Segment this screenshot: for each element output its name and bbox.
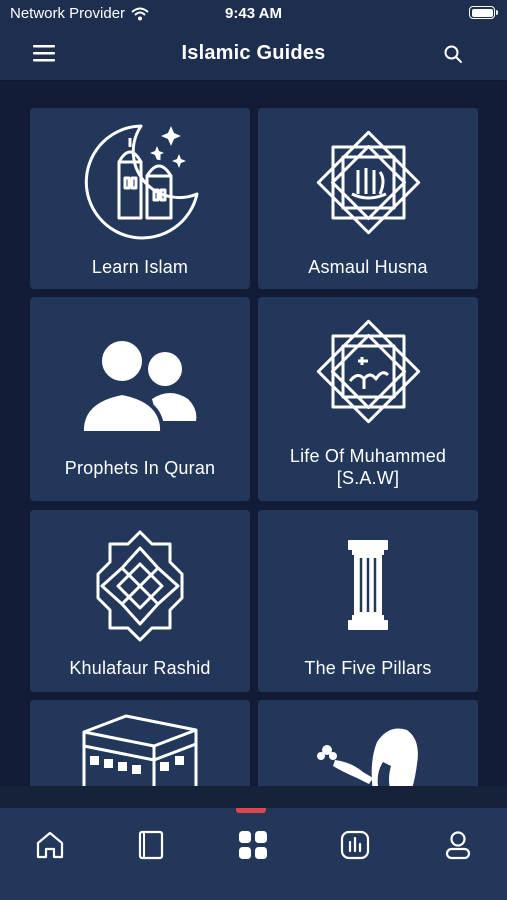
card-learn-islam[interactable]: Learn Islam bbox=[30, 108, 250, 289]
card-label: The Five Pillars bbox=[304, 658, 432, 678]
bottom-nav bbox=[0, 808, 507, 900]
praying-woman-icon bbox=[317, 728, 418, 786]
nav-home[interactable] bbox=[33, 828, 67, 862]
nav-quran[interactable] bbox=[134, 828, 168, 862]
card-kaaba[interactable] bbox=[30, 700, 250, 786]
profile-icon bbox=[445, 831, 471, 860]
battery-icon bbox=[469, 6, 498, 19]
home-icon bbox=[36, 831, 64, 859]
search-icon[interactable] bbox=[443, 44, 463, 64]
active-tab-indicator bbox=[236, 808, 266, 813]
card-khulafaur-rashid[interactable]: Khulafaur Rashid bbox=[30, 510, 250, 692]
nav-guides[interactable] bbox=[236, 828, 270, 862]
clock: 9:43 AM bbox=[225, 5, 282, 22]
app-header: Islamic Guides bbox=[0, 28, 507, 81]
nav-stats[interactable] bbox=[338, 828, 372, 862]
grid-icon bbox=[239, 831, 267, 859]
card-label: Life Of Muhammed [S.A.W] bbox=[289, 446, 447, 488]
card-praying-woman[interactable] bbox=[258, 700, 478, 786]
geometric-star-icon bbox=[96, 530, 184, 642]
stats-icon bbox=[340, 830, 370, 860]
status-bar: Network Provider 9:43 AM bbox=[0, 0, 507, 28]
crescent-mosque-icon bbox=[84, 124, 199, 240]
card-five-pillars[interactable]: The Five Pillars bbox=[258, 510, 478, 692]
kaaba-icon bbox=[82, 714, 198, 786]
card-prophets-in-quran[interactable]: Prophets In Quran bbox=[30, 297, 250, 501]
nav-profile[interactable] bbox=[441, 828, 475, 862]
card-label: Learn Islam bbox=[91, 257, 189, 277]
card-life-of-muhammed[interactable]: Life Of Muhammed [S.A.W] bbox=[258, 297, 478, 501]
allah-calligraphy-icon bbox=[316, 130, 420, 235]
guides-grid: Learn Islam Asmaul Husna Prophets In Qur… bbox=[0, 81, 507, 786]
card-label: Khulafaur Rashid bbox=[69, 658, 211, 678]
card-label: Asmaul Husna bbox=[308, 257, 428, 277]
card-asmaul-husna[interactable]: Asmaul Husna bbox=[258, 108, 478, 289]
pillar-icon bbox=[348, 540, 388, 630]
muhammad-calligraphy-icon bbox=[316, 319, 420, 424]
people-icon bbox=[80, 337, 197, 435]
card-label: Prophets In Quran bbox=[64, 458, 216, 478]
page-title: Islamic Guides bbox=[181, 42, 326, 64]
quran-book-icon bbox=[138, 830, 164, 860]
